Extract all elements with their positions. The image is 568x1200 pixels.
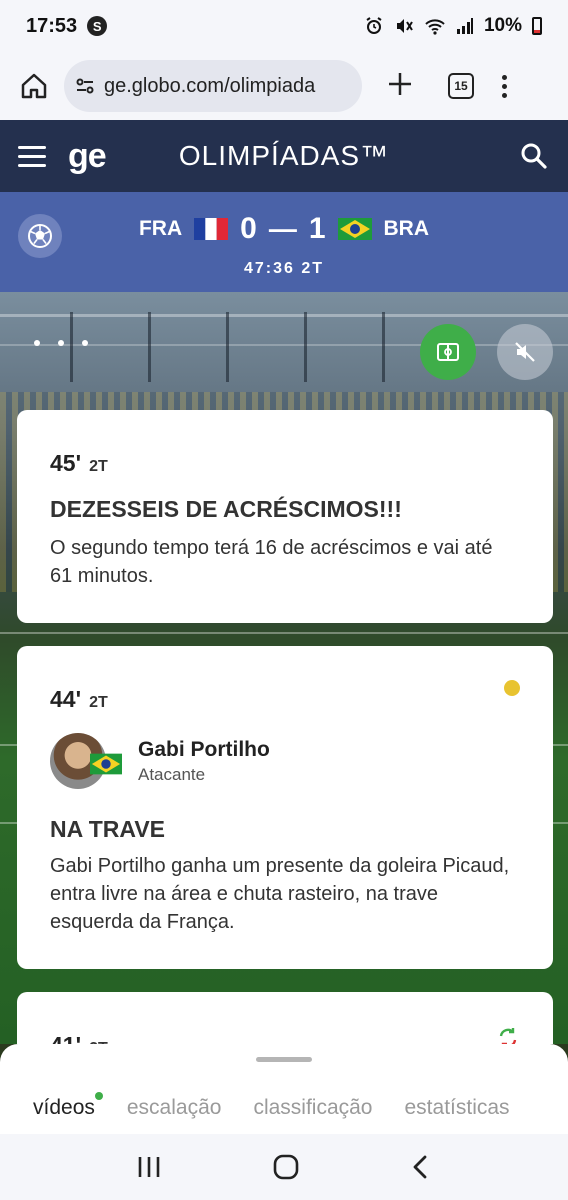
player-info[interactable]: Gabi Portilho Atacante [50, 733, 270, 789]
feed-card: 45' 2T DEZESSEIS DE ACRÉSCIMOS!!! O segu… [17, 410, 553, 623]
alarm-icon [366, 17, 382, 34]
battery-icon [532, 17, 542, 35]
s-badge-icon: S [87, 16, 108, 36]
browser-toolbar: ge.globo.com/olimpiada 15 [0, 52, 568, 120]
field-view-icon [437, 343, 459, 361]
search-icon [521, 143, 547, 169]
site-header: ge OLIMPÍADAS™ [0, 120, 568, 192]
mute-icon [515, 342, 535, 362]
tab-standings[interactable]: classificação [253, 1096, 372, 1120]
event-minute: 44' [50, 686, 82, 712]
tabs-button[interactable]: 15 [448, 73, 474, 99]
stadium-background: 45' 2T DEZESSEIS DE ACRÉSCIMOS!!! O segu… [0, 292, 568, 1044]
recents-icon[interactable] [134, 1154, 164, 1180]
address-bar[interactable]: ge.globo.com/olimpiada [64, 60, 362, 112]
feed-card: 44' 2T Gabi Portilho Atacante NA TRAVE G… [17, 646, 553, 969]
event-time: 45' 2T [50, 450, 108, 477]
mute-status-icon [396, 19, 413, 33]
event-time: 41' 2T [50, 1032, 108, 1044]
brazil-flag-icon [337, 218, 372, 240]
scoreboard[interactable]: FRA 0 — 1 BRA 47:36 2T [0, 192, 568, 292]
status-bar: 17:53 S 10% [0, 0, 568, 52]
event-time: 44' 2T [50, 686, 108, 713]
event-title: DEZESSEIS DE ACRÉSCIMOS!!! [50, 496, 402, 522]
feed-card: 41' 2T [17, 992, 553, 1044]
field-line [0, 632, 568, 634]
new-indicator-dot [94, 1092, 103, 1100]
status-icons: 10% [364, 15, 542, 37]
score-separator: — [268, 213, 297, 244]
tab-label: vídeos [33, 1096, 95, 1119]
event-half: 2T [89, 458, 108, 475]
player-name: Gabi Portilho [138, 737, 270, 761]
stadium-pillar [70, 312, 73, 382]
site-settings-icon[interactable] [74, 75, 96, 97]
home-icon [21, 73, 47, 99]
more-options-icon[interactable] [34, 340, 88, 346]
stadium-pillar [382, 312, 385, 382]
plus-icon [389, 73, 411, 95]
event-marker-dot [504, 680, 520, 696]
battery-percent: 10% [483, 15, 522, 36]
player-role: Atacante [138, 764, 206, 784]
player-details: Gabi Portilho Atacante [138, 738, 270, 785]
france-flag-icon [194, 218, 229, 240]
ge-logo[interactable]: ge [68, 137, 107, 176]
wifi-icon [425, 19, 445, 35]
search-button[interactable] [518, 140, 550, 172]
url-text: ge.globo.com/olimpiada [104, 74, 316, 97]
back-icon[interactable] [408, 1153, 434, 1181]
event-body: O segundo tempo terá 16 de acréscimos e … [50, 537, 493, 587]
stadium-pillar [226, 312, 229, 382]
home-nav-icon[interactable] [271, 1152, 301, 1182]
home-team: FRA [138, 217, 183, 240]
bottom-sheet[interactable]: vídeos escalação classificação estatísti… [0, 1044, 568, 1134]
home-button[interactable] [14, 66, 54, 106]
event-body: Gabi Portilho ganha um presente da golei… [50, 855, 510, 933]
tab-stats[interactable]: estatísticas [405, 1096, 510, 1120]
event-title: NA TRAVE [50, 816, 165, 842]
event-minute: 41' [50, 1032, 81, 1044]
stadium-pillar [304, 312, 307, 382]
tab-videos[interactable]: vídeos [33, 1092, 103, 1120]
field-view-button[interactable] [420, 324, 476, 380]
new-tab-button[interactable] [382, 70, 418, 102]
home-score: 0 [240, 212, 257, 245]
drag-handle[interactable] [256, 1057, 312, 1062]
tab-bar: vídeos escalação classificação estatísti… [33, 1092, 510, 1120]
status-time: 17:53 [26, 14, 78, 37]
match-clock: 47:36 2T [243, 260, 325, 277]
tab-lineup[interactable]: escalação [127, 1096, 222, 1120]
score-line: FRA 0 — 1 BRA [0, 212, 568, 246]
stadium-pillar [148, 312, 151, 382]
brazil-flag-icon [90, 753, 122, 775]
system-nav-bar [0, 1134, 568, 1200]
substitution-icon [499, 1028, 517, 1044]
hamburger-icon[interactable] [18, 145, 46, 167]
away-team: BRA [383, 217, 430, 240]
event-half: 2T [89, 694, 108, 711]
event-minute: 45' [50, 450, 82, 476]
more-icon[interactable] [502, 74, 507, 98]
signal-icon [456, 18, 473, 34]
mute-button[interactable] [497, 324, 553, 380]
roof-line [0, 314, 568, 317]
away-score: 1 [308, 212, 326, 245]
